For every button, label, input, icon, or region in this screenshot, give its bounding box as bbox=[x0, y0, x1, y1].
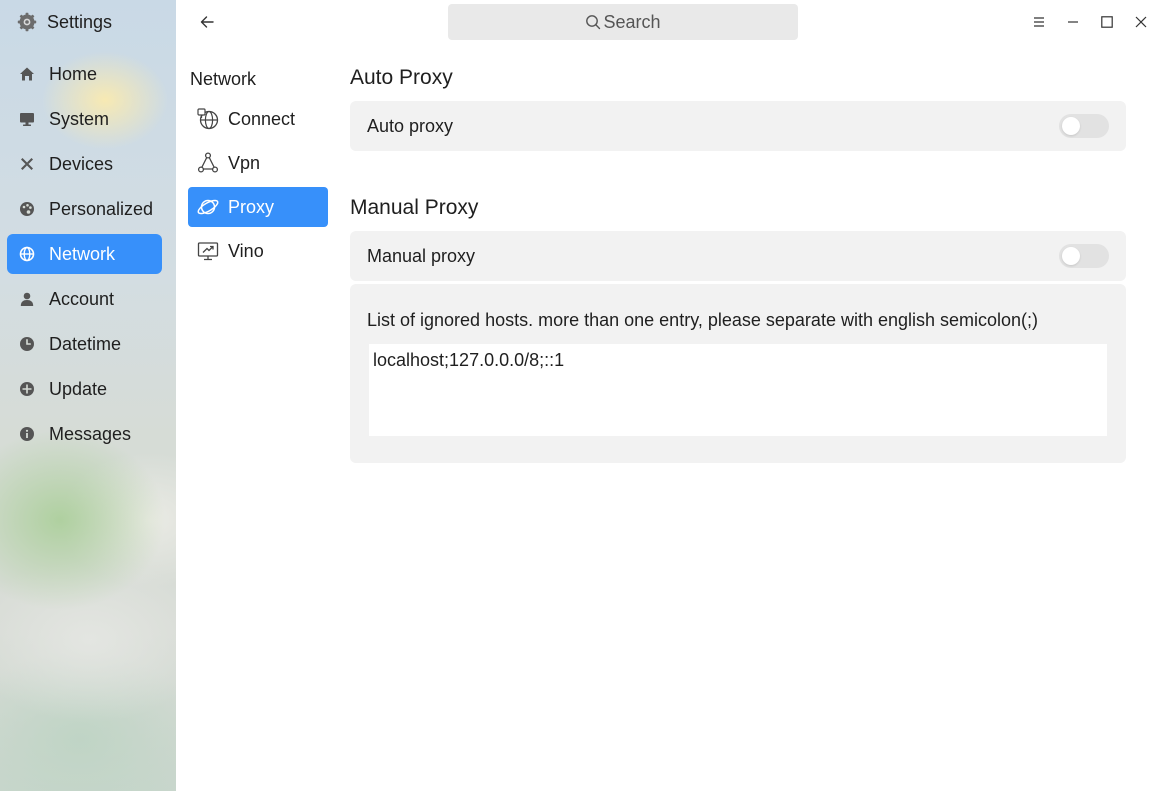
subnav-title: Network bbox=[190, 69, 257, 89]
maximize-icon bbox=[1100, 15, 1114, 29]
info-icon bbox=[19, 426, 35, 442]
auto-proxy-title: Auto Proxy bbox=[350, 66, 453, 89]
subnav-item-vpn[interactable]: Vpn bbox=[188, 143, 328, 183]
hamburger-icon bbox=[1032, 15, 1046, 29]
subnav-item-label: Proxy bbox=[228, 196, 275, 217]
auto-proxy-label: Auto proxy bbox=[367, 115, 454, 136]
app-title: Settings bbox=[47, 11, 113, 32]
sidebar-item-label: Home bbox=[49, 63, 98, 84]
sidebar-item-devices[interactable]: Devices bbox=[7, 144, 162, 184]
sidebar-nav: Home System Devices Personalized Network bbox=[7, 54, 162, 459]
user-icon bbox=[19, 291, 35, 307]
vpn-icon bbox=[196, 151, 220, 175]
gear-icon bbox=[17, 12, 37, 32]
subnav-item-label: Vino bbox=[228, 240, 264, 261]
ignored-hosts-card: List of ignored hosts. more than one ent… bbox=[350, 284, 1126, 463]
tools-icon bbox=[19, 156, 35, 172]
subnav-item-label: Connect bbox=[228, 108, 296, 129]
search-input[interactable]: Search bbox=[448, 4, 798, 40]
home-icon bbox=[19, 66, 35, 82]
connect-globe-icon bbox=[196, 107, 220, 131]
close-icon bbox=[1134, 15, 1148, 29]
subnav-item-label: Vpn bbox=[228, 152, 261, 173]
sidebar-item-update[interactable]: Update bbox=[7, 369, 162, 409]
sidebar-item-label: Personalized bbox=[49, 198, 154, 219]
maximize-button[interactable] bbox=[1097, 12, 1117, 32]
subnav: Connect Vpn Proxy Vino bbox=[188, 99, 328, 275]
search-icon bbox=[585, 14, 601, 30]
manual-proxy-title: Manual Proxy bbox=[350, 196, 479, 219]
ignored-hosts-label: List of ignored hosts. more than one ent… bbox=[367, 310, 1039, 330]
auto-proxy-row: Auto proxy bbox=[350, 101, 1126, 151]
planet-icon bbox=[196, 195, 220, 219]
app-header: Settings bbox=[17, 9, 112, 35]
sidebar-item-label: Messages bbox=[49, 423, 132, 444]
sidebar-item-network[interactable]: Network bbox=[7, 234, 162, 274]
menu-button[interactable] bbox=[1029, 12, 1049, 32]
sidebar-item-messages[interactable]: Messages bbox=[7, 414, 162, 454]
toggle-knob bbox=[1062, 247, 1080, 265]
globe-icon bbox=[19, 246, 35, 262]
sidebar-item-label: Update bbox=[49, 378, 108, 399]
sidebar-item-personalized[interactable]: Personalized bbox=[7, 189, 162, 229]
subnav-item-connect[interactable]: Connect bbox=[188, 99, 328, 139]
toggle-knob bbox=[1062, 117, 1080, 135]
sidebar-item-datetime[interactable]: Datetime bbox=[7, 324, 162, 364]
back-button[interactable] bbox=[196, 11, 218, 33]
sidebar-item-label: Devices bbox=[49, 153, 114, 174]
monitor-icon bbox=[19, 111, 35, 127]
manual-proxy-toggle[interactable] bbox=[1059, 244, 1109, 268]
manual-proxy-label: Manual proxy bbox=[367, 245, 476, 266]
search-placeholder: Search bbox=[603, 11, 661, 32]
clock-icon bbox=[19, 336, 35, 352]
manual-proxy-row: Manual proxy bbox=[350, 231, 1126, 281]
minimize-button[interactable] bbox=[1063, 12, 1083, 32]
minimize-icon bbox=[1066, 15, 1080, 29]
sidebar-item-account[interactable]: Account bbox=[7, 279, 162, 319]
palette-icon bbox=[19, 201, 35, 217]
auto-proxy-toggle[interactable] bbox=[1059, 114, 1109, 138]
sidebar-item-label: System bbox=[49, 108, 110, 129]
sidebar-item-home[interactable]: Home bbox=[7, 54, 162, 94]
sidebar-item-label: Account bbox=[49, 288, 115, 309]
update-icon bbox=[19, 381, 35, 397]
sidebar-item-system[interactable]: System bbox=[7, 99, 162, 139]
sidebar-item-label: Datetime bbox=[49, 333, 122, 354]
sidebar: Settings Home System Devices Personalize… bbox=[0, 0, 176, 791]
ignored-hosts-field[interactable]: localhost;127.0.0.0/8;::1 bbox=[369, 344, 1107, 436]
subnav-item-proxy[interactable]: Proxy bbox=[188, 187, 328, 227]
close-button[interactable] bbox=[1131, 12, 1151, 32]
remote-desktop-icon bbox=[196, 239, 220, 263]
subnav-item-vino[interactable]: Vino bbox=[188, 231, 328, 271]
sidebar-item-label: Network bbox=[49, 243, 116, 264]
arrow-left-icon bbox=[199, 14, 215, 30]
